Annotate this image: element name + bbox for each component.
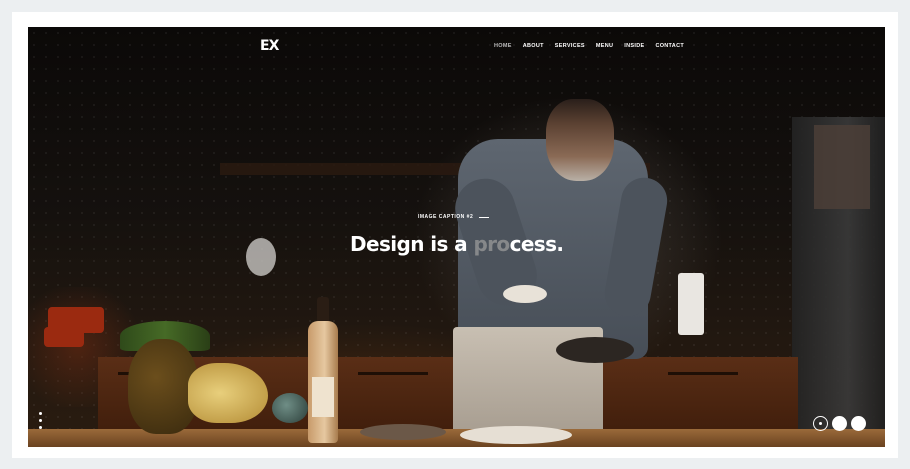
plate xyxy=(503,285,547,303)
background-canister xyxy=(678,273,704,335)
plate xyxy=(460,426,572,444)
cabinet-handle xyxy=(358,372,428,375)
main-nav: HOME ABOUT SERVICES MENU INSIDE CONTACT xyxy=(494,43,684,49)
nav-item-menu[interactable]: MENU xyxy=(596,43,613,49)
site-logo[interactable]: EX xyxy=(260,38,279,54)
background-fridge-note xyxy=(814,125,870,209)
nav-item-about[interactable]: ABOUT xyxy=(523,43,544,49)
slider-controls xyxy=(813,416,866,431)
nav-item-services[interactable]: SERVICES xyxy=(555,43,585,49)
cabinet-handle xyxy=(668,372,738,375)
pagination-dot[interactable] xyxy=(39,426,42,429)
slide-caption: IMAGE CAPTION #2 xyxy=(418,214,490,220)
slide-dot-button[interactable] xyxy=(851,416,866,431)
background-pot xyxy=(44,327,84,347)
nav-item-home[interactable]: HOME xyxy=(494,43,512,49)
squash xyxy=(272,393,308,423)
plate xyxy=(556,337,634,363)
chef-head xyxy=(546,99,614,181)
pause-icon[interactable] xyxy=(813,416,828,431)
headline-text: cess. xyxy=(509,232,564,256)
bottle-label xyxy=(312,377,334,417)
pagination-dot[interactable] xyxy=(39,419,42,422)
background-pan xyxy=(246,238,276,276)
nav-item-contact[interactable]: CONTACT xyxy=(655,43,684,49)
slide-dot-button[interactable] xyxy=(832,416,847,431)
headline-text: Design is a xyxy=(350,232,474,256)
bowl xyxy=(360,424,446,440)
nav-item-inside[interactable]: INSIDE xyxy=(624,43,644,49)
headline-text-dim: pro xyxy=(473,232,510,256)
hero-slider: EX HOME ABOUT SERVICES MENU INSIDE CONTA… xyxy=(28,27,885,447)
side-pagination xyxy=(39,412,42,429)
hero-headline: Design is a process. xyxy=(350,232,564,256)
pagination-dot[interactable] xyxy=(39,412,42,415)
caption-text: IMAGE CAPTION #2 xyxy=(418,214,474,220)
caption-line xyxy=(479,216,490,218)
